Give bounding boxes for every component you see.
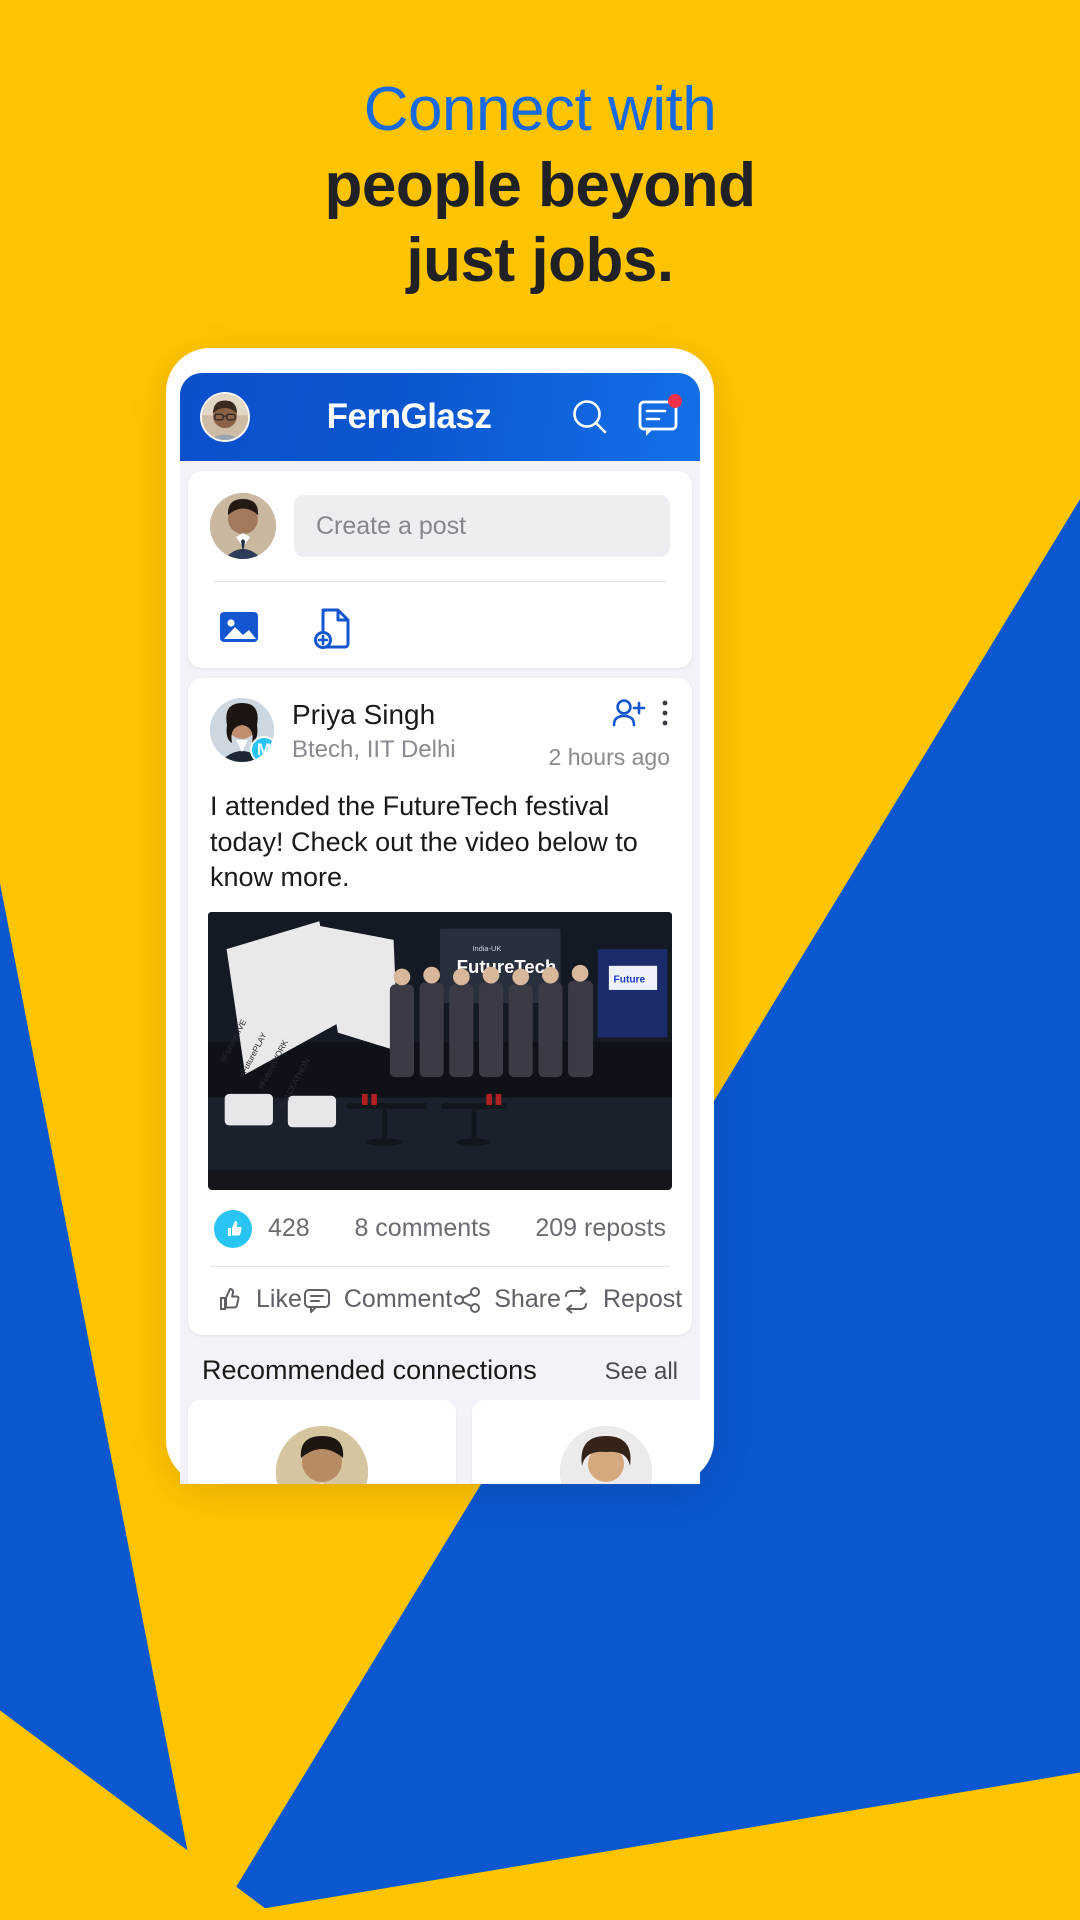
post-header-right: 2 hours ago [549, 698, 670, 771]
avatar [560, 1425, 652, 1484]
repost-button[interactable]: Repost [561, 1285, 682, 1315]
post-text: I attended the FutureTech festival today… [210, 791, 638, 893]
more-vertical-icon[interactable] [660, 698, 670, 728]
post-author-name[interactable]: Priya Singh [292, 698, 549, 732]
phone-mockup: FernGlasz Create a post M Priya Singh Bt… [166, 348, 714, 1484]
post-timestamp: 2 hours ago [548, 744, 670, 770]
comment-button[interactable]: Comment [302, 1285, 452, 1315]
add-person-icon[interactable] [612, 698, 646, 728]
create-post-card: Create a post [188, 471, 692, 668]
post-actions: Like Comment Share Repost [188, 1267, 692, 1335]
create-post-actions [210, 582, 670, 650]
recommended-header: Recommended connections See all [180, 1335, 700, 1400]
avatar [276, 1425, 368, 1484]
comment-count[interactable]: 8 comments [310, 1214, 536, 1243]
svg-text:FutureTech: FutureTech [457, 956, 557, 977]
like-label: Like [256, 1285, 302, 1314]
post-author-subtitle: Btech, IIT Delhi [292, 735, 456, 763]
like-button[interactable]: Like [214, 1285, 302, 1315]
headline-line-3: just jobs. [406, 226, 674, 296]
post-header: M Priya Singh Btech, IIT Delhi 2 hours a… [188, 678, 692, 771]
image-icon[interactable] [216, 604, 262, 650]
recommended-title: Recommended connections [202, 1354, 537, 1385]
list-item[interactable]: Vibhuti Rai Bachelor of Technology... In… [472, 1399, 700, 1484]
document-add-icon[interactable] [310, 604, 356, 650]
avatar[interactable]: M [210, 698, 274, 762]
share-button[interactable]: Share [452, 1285, 561, 1315]
repost-label: Repost [602, 1285, 683, 1314]
like-count: 428 [268, 1214, 310, 1243]
app-brand-title: FernGlasz [326, 397, 492, 436]
post-card: M Priya Singh Btech, IIT Delhi 2 hours a… [188, 678, 692, 1335]
list-item[interactable]: Aryan Patel Bhasin... Bachelor of Techno… [188, 1399, 456, 1484]
unread-badge [668, 394, 682, 408]
headline-line-2: people beyond [324, 150, 756, 220]
comment-label: Comment [343, 1285, 453, 1314]
headline-line-1: Connect with [363, 75, 717, 144]
thumbs-up-icon [214, 1209, 252, 1248]
app-bar: FernGlasz [180, 373, 700, 461]
post-image[interactable]: India-UK FutureTech Future #FutureLIVE #… [208, 911, 672, 1190]
post-author-meta: Priya Singh Btech, IIT Delhi [292, 698, 549, 764]
verified-badge: M [250, 736, 274, 762]
post-header-icons [612, 698, 670, 728]
messages-icon[interactable] [636, 394, 682, 439]
svg-text:India-UK: India-UK [472, 944, 501, 953]
create-post-input[interactable]: Create a post [294, 495, 670, 557]
post-stats: 428 8 comments 209 reposts [188, 1190, 692, 1266]
avatar[interactable] [210, 493, 276, 559]
svg-text:Future: Future [614, 974, 646, 985]
see-all-link[interactable]: See all [605, 1358, 678, 1386]
app-screen: FernGlasz Create a post M Priya Singh Bt… [180, 373, 700, 1484]
recommended-list[interactable]: Aryan Patel Bhasin... Bachelor of Techno… [180, 1399, 700, 1484]
profile-avatar[interactable] [200, 392, 250, 442]
share-label: Share [494, 1285, 561, 1314]
promo-headline: Connect with people beyond just jobs. [0, 72, 1080, 299]
search-icon[interactable] [568, 395, 612, 439]
create-post-row: Create a post [210, 493, 670, 559]
repost-count[interactable]: 209 reposts [535, 1214, 666, 1243]
app-bar-icons [568, 394, 682, 439]
